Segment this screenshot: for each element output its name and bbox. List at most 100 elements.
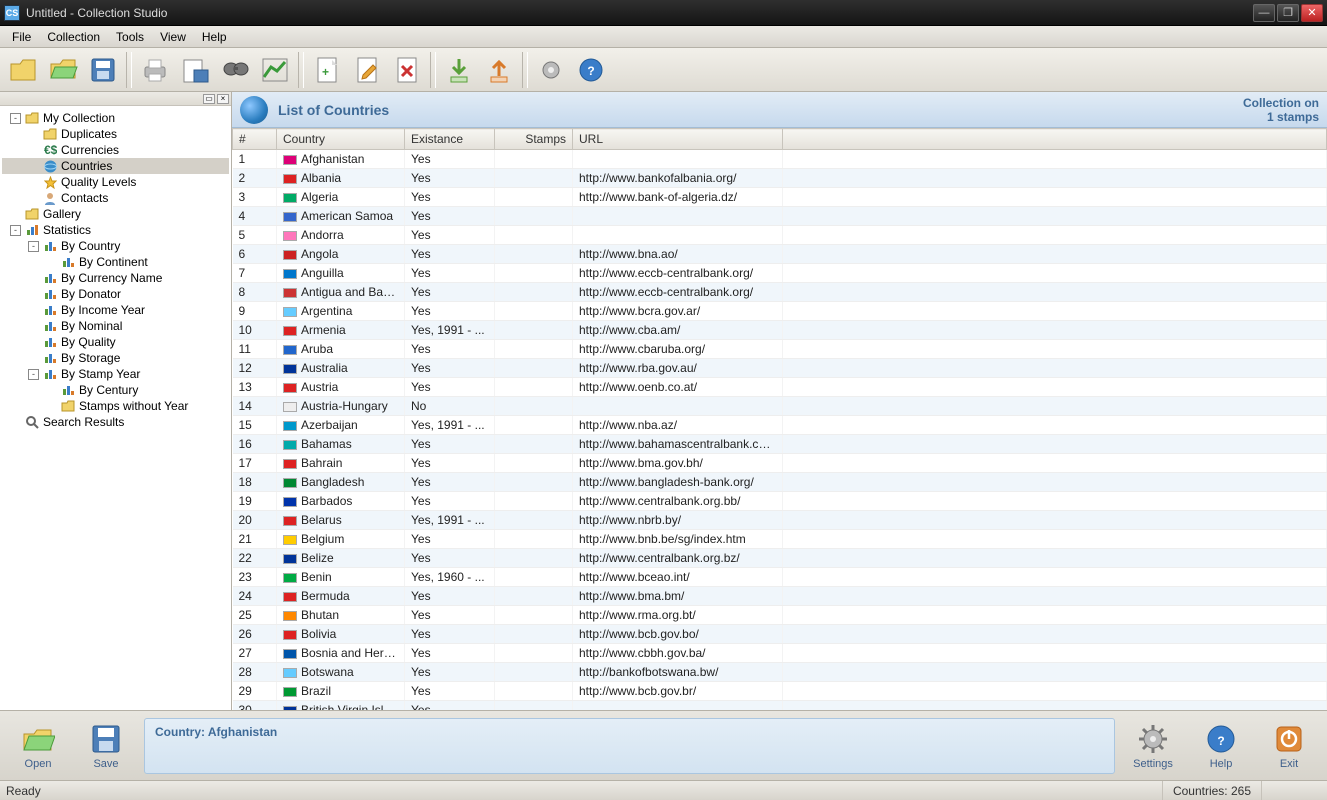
folder-icon [25, 111, 39, 125]
table-row[interactable]: 20BelarusYes, 1991 - ...http://www.nbrb.… [233, 511, 1327, 530]
column-existance[interactable]: Existance [405, 129, 495, 150]
table-row[interactable]: 24BermudaYeshttp://www.bma.bm/ [233, 587, 1327, 606]
menu-tools[interactable]: Tools [108, 28, 152, 46]
help-button[interactable]: ? Help [1191, 720, 1251, 772]
column-url[interactable]: URL [573, 129, 783, 150]
tree-item-by-country[interactable]: -By Country [2, 238, 229, 254]
tree-toggle-icon[interactable]: - [10, 113, 21, 124]
export-button[interactable] [480, 51, 518, 89]
save-button[interactable]: Save [76, 720, 136, 772]
tree-item-gallery[interactable]: Gallery [2, 206, 229, 222]
tree-item-quality-levels[interactable]: Quality Levels [2, 174, 229, 190]
table-row[interactable]: 16BahamasYeshttp://www.bahamascentralban… [233, 435, 1327, 454]
edit-record-button[interactable] [348, 51, 386, 89]
help-button[interactable]: ? [572, 51, 610, 89]
tree-item-by-stamp-year[interactable]: -By Stamp Year [2, 366, 229, 382]
grid-scroll-area[interactable]: #CountryExistanceStampsURL 1AfghanistanY… [232, 128, 1327, 710]
table-row[interactable]: 26BoliviaYeshttp://www.bcb.gov.bo/ [233, 625, 1327, 644]
settings-button[interactable] [532, 51, 570, 89]
help-icon: ? [577, 56, 605, 84]
app-icon: CS [4, 5, 20, 21]
tree-toggle-icon[interactable]: - [10, 225, 21, 236]
tree-item-by-storage[interactable]: By Storage [2, 350, 229, 366]
table-row[interactable]: 2AlbaniaYeshttp://www.bankofalbania.org/ [233, 169, 1327, 188]
tree-item-statistics[interactable]: -Statistics [2, 222, 229, 238]
maximize-button[interactable]: ❐ [1277, 4, 1299, 22]
tree-toggle-icon[interactable]: - [28, 241, 39, 252]
tree-label: By Quality [61, 335, 116, 349]
table-row[interactable]: 5AndorraYes [233, 226, 1327, 245]
tree-item-search-results[interactable]: Search Results [2, 414, 229, 430]
table-row[interactable]: 28BotswanaYeshttp://bankofbotswana.bw/ [233, 663, 1327, 682]
menu-file[interactable]: File [4, 28, 39, 46]
table-row[interactable]: 21BelgiumYeshttp://www.bnb.be/sg/index.h… [233, 530, 1327, 549]
column-num[interactable]: # [233, 129, 277, 150]
tree-item-currencies[interactable]: €$Currencies [2, 142, 229, 158]
table-row[interactable]: 27Bosnia and Herze...Yeshttp://www.cbbh.… [233, 644, 1327, 663]
table-row[interactable]: 8Antigua and Barb...Yeshttp://www.eccb-c… [233, 283, 1327, 302]
table-row[interactable]: 17BahrainYeshttp://www.bma.gov.bh/ [233, 454, 1327, 473]
table-row[interactable]: 25BhutanYeshttp://www.rma.org.bt/ [233, 606, 1327, 625]
add-record-button[interactable]: + [308, 51, 346, 89]
print-button[interactable] [136, 51, 174, 89]
tree-item-by-income-year[interactable]: By Income Year [2, 302, 229, 318]
table-row[interactable]: 22BelizeYeshttp://www.centralbank.org.bz… [233, 549, 1327, 568]
column-stamps[interactable]: Stamps [495, 129, 573, 150]
column-country[interactable]: Country [277, 129, 405, 150]
tree-item-by-currency-name[interactable]: By Currency Name [2, 270, 229, 286]
print-preview-button[interactable] [176, 51, 214, 89]
table-row[interactable]: 30British Virgin IslandsYes [233, 701, 1327, 711]
tree-close-icon[interactable]: × [217, 94, 229, 104]
tree-dock-icon[interactable]: ▭ [203, 94, 215, 104]
table-row[interactable]: 4American SamoaYes [233, 207, 1327, 226]
table-row[interactable]: 10ArmeniaYes, 1991 - ...http://www.cba.a… [233, 321, 1327, 340]
column-spacer [783, 129, 1327, 150]
table-row[interactable]: 3AlgeriaYeshttp://www.bank-of-algeria.dz… [233, 188, 1327, 207]
settings-button[interactable]: Settings [1123, 720, 1183, 772]
table-row[interactable]: 15AzerbaijanYes, 1991 - ...http://www.nb… [233, 416, 1327, 435]
tree-item-my-collection[interactable]: -My Collection [2, 110, 229, 126]
table-row[interactable]: 11ArubaYeshttp://www.cbaruba.org/ [233, 340, 1327, 359]
table-row[interactable]: 6AngolaYeshttp://www.bna.ao/ [233, 245, 1327, 264]
table-row[interactable]: 19BarbadosYeshttp://www.centralbank.org.… [233, 492, 1327, 511]
open-folder-button[interactable] [44, 51, 82, 89]
print-preview-icon [180, 56, 210, 84]
tree-item-countries[interactable]: Countries [2, 158, 229, 174]
import-button[interactable] [440, 51, 478, 89]
delete-record-button[interactable] [388, 51, 426, 89]
menu-help[interactable]: Help [194, 28, 235, 46]
menu-collection[interactable]: Collection [39, 28, 108, 46]
open-folder-icon [21, 722, 55, 756]
new-folder-button[interactable] [4, 51, 42, 89]
content-header: List of Countries Collection on 1 stamps [232, 92, 1327, 128]
table-row[interactable]: 9ArgentinaYeshttp://www.bcra.gov.ar/ [233, 302, 1327, 321]
table-row[interactable]: 1AfghanistanYes [233, 150, 1327, 169]
tree-item-by-nominal[interactable]: By Nominal [2, 318, 229, 334]
tree-item-by-quality[interactable]: By Quality [2, 334, 229, 350]
minimize-button[interactable]: ― [1253, 4, 1275, 22]
exit-button[interactable]: Exit [1259, 720, 1319, 772]
save-button[interactable] [84, 51, 122, 89]
save-label: Save [93, 758, 118, 770]
table-row[interactable]: 12AustraliaYeshttp://www.rba.gov.au/ [233, 359, 1327, 378]
tree-item-contacts[interactable]: Contacts [2, 190, 229, 206]
close-button[interactable]: ✕ [1301, 4, 1323, 22]
open-button[interactable]: Open [8, 720, 68, 772]
flag-icon [283, 459, 297, 469]
tree-item-by-century[interactable]: By Century [2, 382, 229, 398]
menu-view[interactable]: View [152, 28, 194, 46]
chart-button[interactable] [256, 51, 294, 89]
table-row[interactable]: 14Austria-HungaryNo [233, 397, 1327, 416]
table-row[interactable]: 13AustriaYeshttp://www.oenb.co.at/ [233, 378, 1327, 397]
find-button[interactable] [216, 51, 254, 89]
tree-item-duplicates[interactable]: Duplicates [2, 126, 229, 142]
chart-icon [261, 57, 289, 83]
tree-toggle-icon[interactable]: - [28, 369, 39, 380]
tree-item-by-continent[interactable]: By Continent [2, 254, 229, 270]
tree-item-by-donator[interactable]: By Donator [2, 286, 229, 302]
table-row[interactable]: 29BrazilYeshttp://www.bcb.gov.br/ [233, 682, 1327, 701]
table-row[interactable]: 7AnguillaYeshttp://www.eccb-centralbank.… [233, 264, 1327, 283]
table-row[interactable]: 18BangladeshYeshttp://www.bangladesh-ban… [233, 473, 1327, 492]
tree-item-stamps-without-year[interactable]: Stamps without Year [2, 398, 229, 414]
table-row[interactable]: 23BeninYes, 1960 - ...http://www.bceao.i… [233, 568, 1327, 587]
